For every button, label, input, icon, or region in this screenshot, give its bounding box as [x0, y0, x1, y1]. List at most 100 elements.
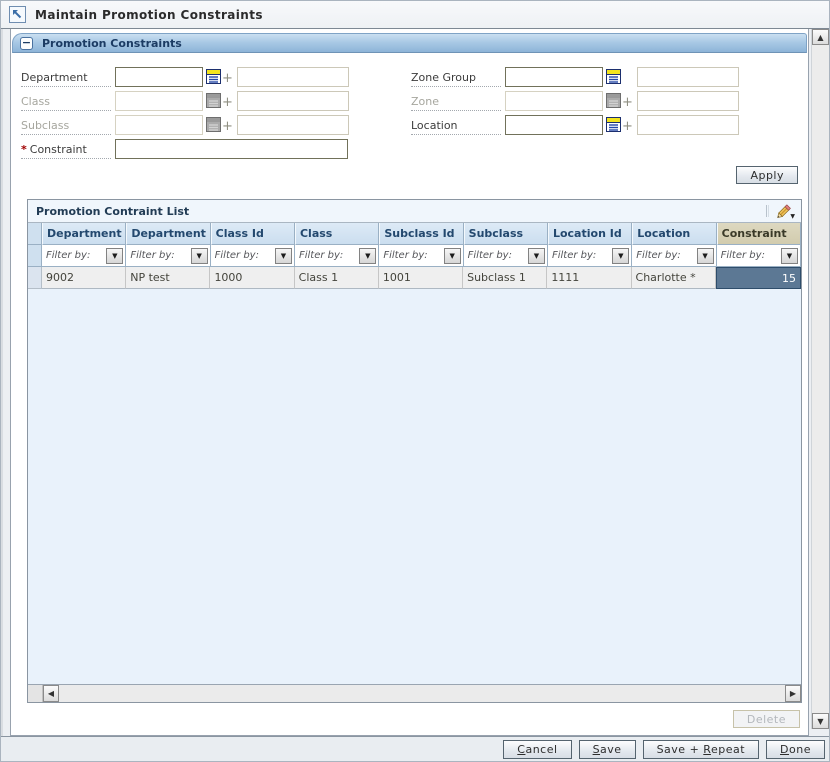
done-button[interactable]: Done [766, 739, 825, 759]
scroll-left-arrow-icon[interactable]: ◀ [43, 685, 59, 702]
title-bar: Maintain Promotion Constraints [1, 1, 829, 29]
class-add-plus-icon: + [222, 94, 233, 110]
filter-cell-constraint[interactable]: Filter by: ▼ [716, 245, 801, 267]
filter-dropdown-icon[interactable]: ▼ [359, 247, 377, 264]
cell-class[interactable]: Class 1 [294, 267, 379, 289]
cell-class-id[interactable]: 1000 [210, 267, 295, 289]
class-lov-icon-disabled [206, 93, 221, 111]
scroll-right-arrow-icon[interactable]: ▶ [785, 685, 801, 702]
cell-department-id[interactable]: 9002 [42, 267, 127, 289]
department-add-plus-icon: + [222, 70, 233, 86]
filter-cell-subclass-id[interactable]: Filter by: ▼ [379, 245, 464, 267]
scroll-up-arrow-icon[interactable]: ▲ [812, 29, 829, 45]
filter-dropdown-icon[interactable]: ▼ [696, 247, 714, 264]
filter-dropdown-icon[interactable]: ▼ [443, 247, 461, 264]
cell-location[interactable]: Charlotte * [631, 267, 716, 289]
filter-dropdown-icon[interactable]: ▼ [612, 247, 630, 264]
zone-group-desc-field [637, 67, 739, 87]
filter-cell-department[interactable]: Filter by: ▼ [126, 245, 211, 267]
form-left-column: Department + Class + Subclass + * Constr… [21, 63, 411, 159]
edit-pencil-menu-button[interactable]: ▼ [769, 201, 795, 221]
filter-dropdown-icon[interactable]: ▼ [106, 247, 124, 264]
required-asterisk: * [21, 143, 27, 156]
column-header-department[interactable]: Department [126, 223, 211, 245]
footer-button-bar: Cancel Save Save + Repeat Done [1, 736, 829, 761]
filter-dropdown-icon[interactable]: ▼ [190, 247, 208, 264]
cell-department[interactable]: NP test [126, 267, 211, 289]
department-lov-icon[interactable] [206, 69, 221, 87]
location-lov-icon[interactable] [606, 117, 621, 135]
zone-row: Zone + [411, 87, 798, 111]
promotion-constraints-section-header: − Promotion Constraints [12, 33, 807, 53]
filter-cell-class[interactable]: Filter by: ▼ [294, 245, 380, 267]
zone-add-plus-icon: + [622, 94, 633, 110]
table-row[interactable]: 9002 NP test 1000 Class 1 1001 Subclass … [28, 267, 801, 289]
filter-row-selector [28, 245, 42, 267]
cell-subclass-id[interactable]: 1001 [378, 267, 464, 289]
location-label: Location [411, 119, 501, 135]
cell-constraint-selected[interactable]: 15 [715, 267, 801, 289]
delete-row: Delete [11, 703, 808, 735]
apply-button[interactable]: Apply [736, 166, 798, 184]
collapse-section-icon[interactable]: − [20, 36, 33, 50]
filter-cell-location-id[interactable]: Filter by: ▼ [547, 245, 633, 267]
arrow-up-left-glyph [13, 10, 22, 19]
section-title: Promotion Constraints [42, 36, 182, 50]
column-header-class-id[interactable]: Class Id [210, 223, 295, 245]
pencil-dropdown-caret-icon: ▼ [790, 213, 795, 220]
department-desc-field [237, 67, 349, 87]
zone-group-row: Zone Group + [411, 63, 798, 87]
filter-dropdown-icon[interactable]: ▼ [527, 247, 545, 264]
column-header-subclass-id[interactable]: Subclass Id [379, 223, 464, 245]
main-panel: − Promotion Constraints Department + Cla… [10, 29, 809, 736]
constraint-input[interactable] [115, 139, 348, 159]
location-input[interactable] [505, 115, 603, 135]
horizontal-scroll-track[interactable] [59, 685, 785, 702]
subclass-row: Subclass + [21, 111, 411, 135]
zone-desc-field [637, 91, 739, 111]
cancel-button[interactable]: Cancel [503, 739, 572, 759]
department-label: Department [21, 71, 111, 87]
apply-row: Apply [11, 159, 808, 184]
department-id-input[interactable] [115, 67, 203, 87]
filter-dropdown-icon[interactable]: ▼ [780, 247, 798, 264]
column-header-department-id[interactable]: Department Id [42, 223, 127, 245]
cell-location-id[interactable]: 1111 [547, 267, 632, 289]
filter-dropdown-icon[interactable]: ▼ [274, 247, 292, 264]
delete-button[interactable]: Delete [732, 710, 800, 728]
constraint-row: * Constraint [21, 135, 411, 159]
vertical-scroll-track[interactable] [812, 45, 829, 713]
location-desc-field [637, 115, 739, 135]
column-header-location[interactable]: Location [632, 223, 717, 245]
location-add-plus-icon: + [622, 118, 633, 134]
zone-group-input[interactable] [505, 67, 603, 87]
save-button[interactable]: Save [578, 739, 636, 759]
filter-cell-location[interactable]: Filter by: ▼ [632, 245, 717, 267]
filter-cell-class-id[interactable]: Filter by: ▼ [210, 245, 295, 267]
constraint-form: Department + Class + Subclass + * Constr… [11, 53, 808, 159]
table-filter-row: Filter by: ▼ Filter by: ▼ Filter by: ▼ Filt… [28, 245, 801, 267]
table-horizontal-scrollbar[interactable]: ◀ ▶ [28, 684, 801, 702]
page-title: Maintain Promotion Constraints [35, 7, 263, 22]
subclass-desc-field [237, 115, 349, 135]
promotion-constraint-list-table: Promotion Contraint List ▼ Department De… [27, 199, 802, 703]
column-header-class[interactable]: Class [294, 223, 380, 245]
page-vertical-scrollbar[interactable]: ▲ ▼ [811, 29, 829, 729]
filter-cell-department-id[interactable]: Filter by: ▼ [42, 245, 127, 267]
column-header-location-id[interactable]: Location Id [547, 223, 633, 245]
zone-label: Zone [411, 95, 501, 111]
row-selector[interactable] [28, 267, 42, 289]
save-repeat-button[interactable]: Save + Repeat [642, 739, 760, 759]
class-label: Class [21, 95, 111, 111]
content-area: − Promotion Constraints Department + Cla… [1, 29, 829, 736]
column-header-subclass[interactable]: Subclass [463, 223, 548, 245]
cell-subclass[interactable]: Subclass 1 [463, 267, 548, 289]
scrollbar-corner [28, 685, 43, 702]
scroll-down-arrow-icon[interactable]: ▼ [812, 713, 829, 729]
filter-cell-subclass[interactable]: Filter by: ▼ [463, 245, 548, 267]
return-arrow-icon[interactable] [9, 6, 26, 23]
location-row: Location + [411, 111, 798, 135]
zone-group-lov-icon[interactable] [606, 69, 621, 87]
column-header-constraint[interactable]: Constraint [716, 223, 801, 245]
class-desc-field [237, 91, 349, 111]
